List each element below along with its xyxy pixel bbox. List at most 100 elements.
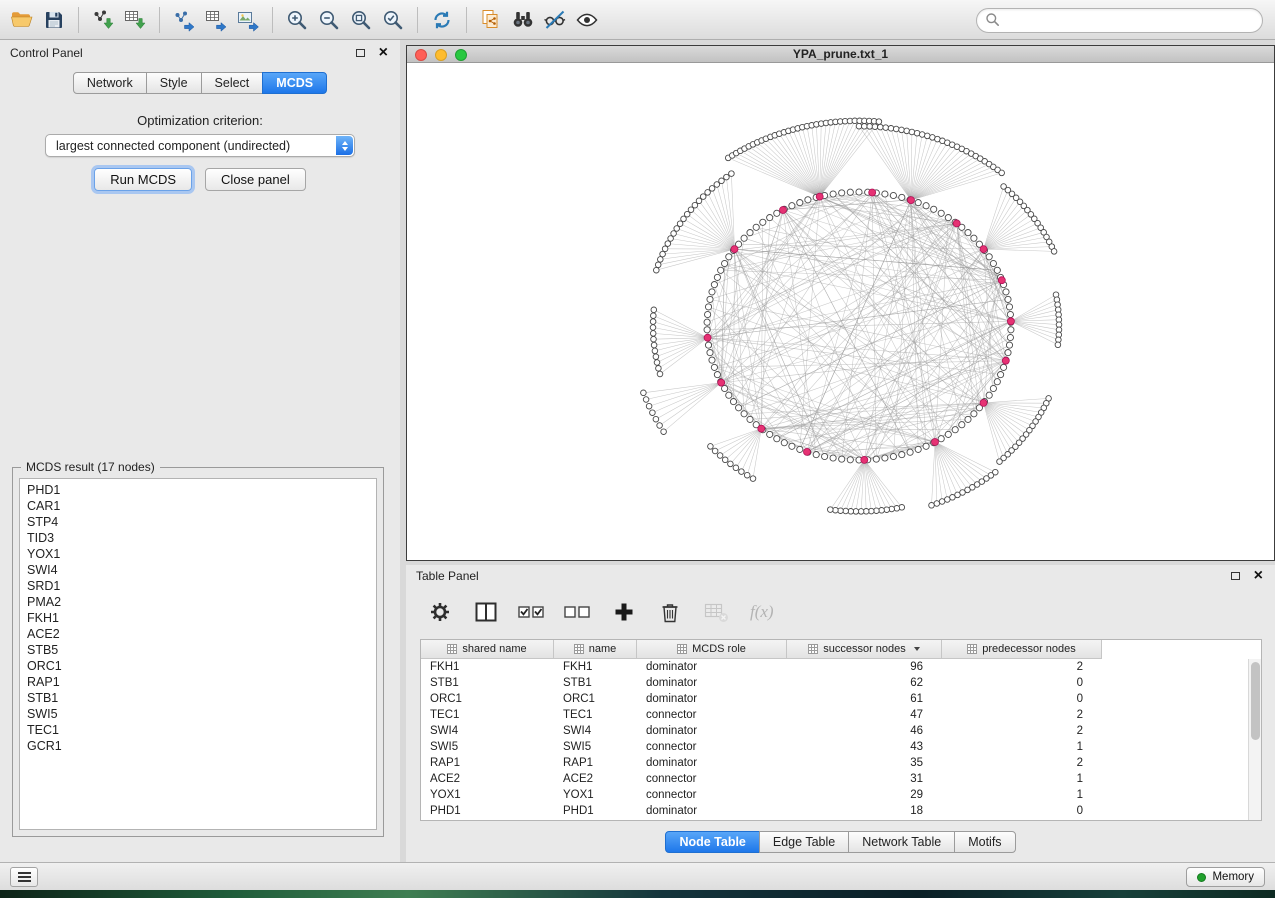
tab-select[interactable]: Select bbox=[201, 72, 264, 94]
share-clipboard-button[interactable] bbox=[475, 4, 507, 36]
mcds-result-item[interactable]: FKH1 bbox=[20, 610, 376, 626]
cell-shared-name: ACE2 bbox=[421, 771, 554, 787]
unchecked-boxes-button[interactable] bbox=[562, 596, 594, 628]
tab-style[interactable]: Style bbox=[146, 72, 202, 94]
zoom-fit-button[interactable] bbox=[345, 4, 377, 36]
open-folder-button[interactable] bbox=[6, 4, 38, 36]
mcds-result-item[interactable]: PMA2 bbox=[20, 594, 376, 610]
column-header-predecessor-nodes[interactable]: predecessor nodes bbox=[942, 640, 1102, 659]
zoom-out-icon bbox=[317, 8, 341, 32]
mcds-result-item[interactable]: SWI4 bbox=[20, 562, 376, 578]
mcds-result-item[interactable]: RAP1 bbox=[20, 674, 376, 690]
optimization-dropdown[interactable]: largest connected component (undirected) bbox=[45, 134, 355, 157]
table-grid-icon bbox=[967, 644, 977, 654]
table-row[interactable]: RAP1RAP1dominator352 bbox=[421, 755, 1261, 771]
column-header-name[interactable]: name bbox=[554, 640, 637, 659]
float-table-panel-icon[interactable] bbox=[1231, 572, 1240, 580]
import-table-button[interactable] bbox=[119, 4, 151, 36]
mcds-result-item[interactable]: TEC1 bbox=[20, 722, 376, 738]
refresh-button[interactable] bbox=[426, 4, 458, 36]
delete-table-button[interactable] bbox=[700, 596, 732, 628]
memory-button[interactable]: Memory bbox=[1186, 867, 1265, 887]
network-window-titlebar[interactable]: YPA_prune.txt_1 bbox=[407, 46, 1274, 63]
close-panel-icon[interactable]: × bbox=[379, 47, 388, 59]
import-table-icon bbox=[123, 8, 147, 32]
cell-name: SWI4 bbox=[554, 723, 637, 739]
task-history-button[interactable] bbox=[10, 867, 38, 887]
cell-name: ACE2 bbox=[554, 771, 637, 787]
column-header-successor-nodes[interactable]: successor nodes bbox=[787, 640, 942, 659]
export-image-button[interactable] bbox=[232, 4, 264, 36]
gear-button[interactable] bbox=[424, 596, 456, 628]
cell-successor-nodes: 47 bbox=[787, 707, 942, 723]
fx-button[interactable]: f(x) bbox=[746, 596, 778, 628]
mcds-result-item[interactable]: YOX1 bbox=[20, 546, 376, 562]
table-row[interactable]: ORC1ORC1dominator610 bbox=[421, 691, 1261, 707]
table-row[interactable]: FKH1FKH1dominator962 bbox=[421, 659, 1261, 675]
search-input[interactable] bbox=[1005, 11, 1262, 31]
table-scrollbar-thumb[interactable] bbox=[1251, 662, 1260, 740]
cell-name: TEC1 bbox=[554, 707, 637, 723]
table-row[interactable]: YOX1YOX1connector291 bbox=[421, 787, 1261, 803]
tab-network[interactable]: Network bbox=[73, 72, 147, 94]
dropdown-stepper-icon bbox=[336, 136, 353, 155]
columns-button[interactable] bbox=[470, 596, 502, 628]
checked-boxes-button[interactable] bbox=[516, 596, 548, 628]
show-eye-button[interactable] bbox=[571, 4, 603, 36]
binoculars-icon bbox=[511, 8, 535, 32]
mcds-result-item[interactable]: ACE2 bbox=[20, 626, 376, 642]
table-row[interactable]: TEC1TEC1connector472 bbox=[421, 707, 1261, 723]
mcds-result-item[interactable]: STB5 bbox=[20, 642, 376, 658]
tab-edge-table[interactable]: Edge Table bbox=[759, 831, 849, 853]
cell-shared-name: TEC1 bbox=[421, 707, 554, 723]
import-network-button[interactable] bbox=[87, 4, 119, 36]
close-table-panel-icon[interactable]: × bbox=[1254, 570, 1263, 582]
mcds-result-item[interactable]: STB1 bbox=[20, 690, 376, 706]
zoom-in-button[interactable] bbox=[281, 4, 313, 36]
tab-node-table[interactable]: Node Table bbox=[665, 831, 759, 853]
status-bar: Memory bbox=[0, 862, 1275, 890]
mcds-result-item[interactable]: CAR1 bbox=[20, 498, 376, 514]
export-table-button[interactable] bbox=[200, 4, 232, 36]
search-box[interactable] bbox=[976, 8, 1263, 33]
mcds-result-list[interactable]: PHD1CAR1STP4TID3YOX1SWI4SRD1PMA2FKH1ACE2… bbox=[19, 478, 377, 830]
save-button[interactable] bbox=[38, 4, 70, 36]
mcds-result-item[interactable]: TID3 bbox=[20, 530, 376, 546]
cell-mcds-role: dominator bbox=[637, 755, 787, 771]
mcds-result-item[interactable]: ORC1 bbox=[20, 658, 376, 674]
column-header-label: predecessor nodes bbox=[982, 643, 1076, 655]
trash-button[interactable] bbox=[654, 596, 686, 628]
zoom-out-button[interactable] bbox=[313, 4, 345, 36]
save-icon bbox=[43, 9, 65, 31]
hide-glasses-button[interactable] bbox=[539, 4, 571, 36]
toolbar-separator bbox=[272, 7, 273, 33]
cell-predecessor-nodes: 1 bbox=[942, 787, 1102, 803]
table-scrollbar[interactable] bbox=[1248, 659, 1261, 820]
binoculars-button[interactable] bbox=[507, 4, 539, 36]
tab-network-table[interactable]: Network Table bbox=[848, 831, 955, 853]
add-button[interactable] bbox=[608, 596, 640, 628]
mcds-result-item[interactable]: GCR1 bbox=[20, 738, 376, 754]
cell-mcds-role: dominator bbox=[637, 659, 787, 675]
run-mcds-button[interactable]: Run MCDS bbox=[94, 168, 192, 191]
mcds-result-item[interactable]: STP4 bbox=[20, 514, 376, 530]
table-row[interactable]: SWI4SWI4dominator462 bbox=[421, 723, 1261, 739]
column-header-shared-name[interactable]: shared name bbox=[421, 640, 554, 659]
table-row[interactable]: STB1STB1dominator620 bbox=[421, 675, 1261, 691]
column-header-mcds-role[interactable]: MCDS role bbox=[637, 640, 787, 659]
zoom-selected-button[interactable] bbox=[377, 4, 409, 36]
network-window: YPA_prune.txt_1 bbox=[406, 45, 1275, 561]
table-row[interactable]: PHD1PHD1dominator180 bbox=[421, 803, 1261, 819]
network-view[interactable] bbox=[407, 64, 1274, 560]
mcds-result-item[interactable]: PHD1 bbox=[20, 482, 376, 498]
export-network-button[interactable] bbox=[168, 4, 200, 36]
mcds-result-item[interactable]: SRD1 bbox=[20, 578, 376, 594]
cell-name: YOX1 bbox=[554, 787, 637, 803]
tab-mcds[interactable]: MCDS bbox=[262, 72, 327, 94]
mcds-result-item[interactable]: SWI5 bbox=[20, 706, 376, 722]
table-row[interactable]: SWI5SWI5connector431 bbox=[421, 739, 1261, 755]
close-panel-button[interactable]: Close panel bbox=[205, 168, 306, 191]
tab-motifs[interactable]: Motifs bbox=[954, 831, 1015, 853]
float-panel-icon[interactable] bbox=[356, 49, 365, 57]
table-row[interactable]: ACE2ACE2connector311 bbox=[421, 771, 1261, 787]
